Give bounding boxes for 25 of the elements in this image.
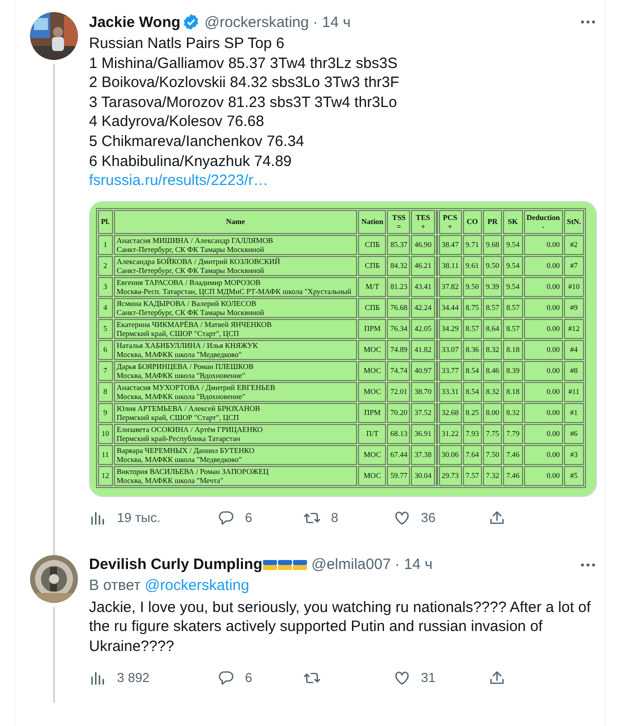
flag-icon bbox=[293, 560, 308, 570]
share-icon[interactable] bbox=[488, 508, 506, 527]
action-count: 36 bbox=[421, 510, 436, 526]
flag-icon bbox=[263, 560, 278, 570]
heart-icon[interactable] bbox=[393, 508, 411, 527]
tweet-text: Jackie, I love you, but seriously, you watching ru nationals???? After a lot of the ru figure skaters actively supported Putin and russian invasion of Ukraine???? bbox=[89, 598, 592, 657]
user-handle[interactable]: @elmila007 bbox=[311, 556, 391, 574]
action-count: 3 892 bbox=[117, 670, 150, 686]
heart-icon[interactable] bbox=[393, 668, 411, 687]
tweet-text: Russian Natls Pairs SP Top 6 1 Mishina/Galliamov 85.37 3Tw4 thr3Lz sbs3S 2 Boikova/Kozlovskii 84.32 sbs3Lo 3Tw3 thr3F 3 Tarasova/Morozov 81.23 sbs3T 3Tw4 thr3Lo 4 Kadyrova/Kolesov 76.68 5 Chikmareva/Ianchenkov 76.34 6 Khabibulina/Knyazhuk 74.89 bbox=[89, 34, 400, 172]
flag-icon bbox=[278, 560, 292, 570]
author-name[interactable]: Jackie Wong bbox=[89, 14, 180, 30]
speech-bubble-icon[interactable] bbox=[217, 508, 235, 527]
action-count: 8 bbox=[331, 510, 338, 526]
timestamp[interactable]: · 14 ч bbox=[312, 14, 351, 30]
action-count: 31 bbox=[421, 670, 436, 686]
author-name[interactable]: Devilish Curly Dumpling bbox=[89, 556, 262, 574]
timestamp[interactable]: · 14 ч bbox=[394, 556, 433, 574]
speech-bubble-icon[interactable] bbox=[217, 668, 235, 687]
action-count: 6 bbox=[245, 510, 252, 526]
reply-label: В ответ bbox=[89, 576, 141, 594]
share-icon[interactable] bbox=[488, 668, 506, 687]
user-handle[interactable]: @rockerskating bbox=[204, 14, 309, 30]
action-count: 6 bbox=[245, 670, 252, 686]
action-count: 19 тыс. bbox=[117, 510, 160, 526]
